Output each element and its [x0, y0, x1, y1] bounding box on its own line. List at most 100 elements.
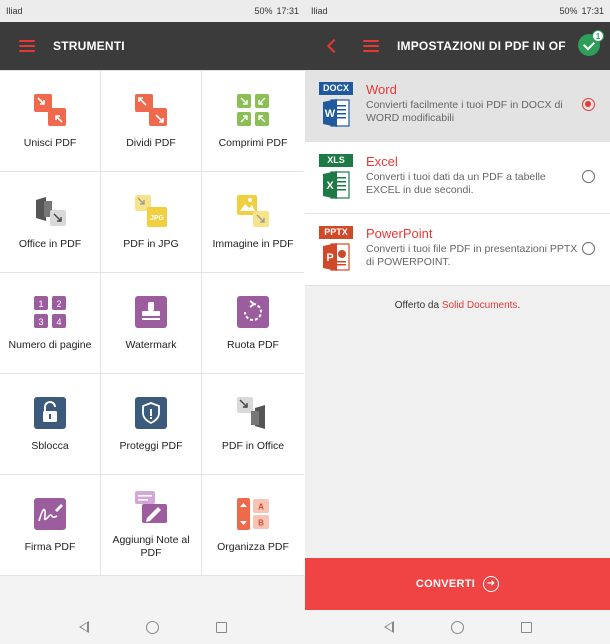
- page-numbers-icon: 1 2 3 4: [34, 295, 66, 328]
- tool-unisci-pdf[interactable]: Unisci PDF: [0, 71, 101, 172]
- protect-icon: [135, 396, 167, 429]
- tool-proteggi-pdf[interactable]: Proteggi PDF: [101, 374, 202, 475]
- tool-label: Dividi PDF: [126, 136, 176, 149]
- option-word[interactable]: DOCX W Word Convierti facilmente i tuoi …: [305, 70, 610, 142]
- word-icon: W: [323, 99, 350, 127]
- format-options: DOCX W Word Convierti facilmente i tuoi …: [305, 70, 610, 286]
- convert-button[interactable]: CONVERTI ➜: [305, 558, 610, 610]
- option-description: Converti i tuoi dati da un PDF a tabelle…: [366, 171, 546, 196]
- option-description: Convierti facilmente i tuoi PDF in DOCX …: [366, 99, 563, 124]
- svg-text:1: 1: [38, 299, 43, 309]
- tool-label: Immagine in PDF: [212, 237, 294, 250]
- page-title: IMPOSTAZIONI DI PDF IN OF: [397, 39, 566, 53]
- offered-by-brand-link[interactable]: Solid Documents: [442, 300, 518, 311]
- time-text: 17:31: [581, 6, 604, 16]
- tool-watermark[interactable]: Watermark: [101, 273, 202, 374]
- back-nav-icon[interactable]: [383, 621, 394, 633]
- svg-text:B: B: [258, 518, 264, 527]
- page-title: STRUMENTI: [53, 39, 125, 53]
- tools-grid: Unisci PDF Dividi PDF Comprimi PDF Offic…: [0, 70, 305, 576]
- tool-label: PDF in JPG: [123, 237, 179, 250]
- radio-powerpoint[interactable]: [582, 242, 595, 255]
- radio-word[interactable]: [582, 98, 595, 111]
- docx-tag: DOCX: [319, 82, 353, 95]
- tool-numero-di-pagine[interactable]: 1 2 3 4 Numero di pagine: [0, 273, 101, 374]
- add-notes-icon: [135, 491, 167, 523]
- recents-nav-icon[interactable]: [215, 621, 227, 633]
- tools-screen: Iliad 50% 17:31 STRUMENTI Unisci PDF Div…: [0, 0, 305, 644]
- option-powerpoint[interactable]: PPTX P PowerPoint Converti i tuoi file P…: [305, 214, 610, 286]
- back-arrow-icon[interactable]: [326, 38, 342, 54]
- svg-text:JPG: JPG: [150, 215, 165, 222]
- tool-label: Comprimi PDF: [218, 136, 288, 149]
- tool-label: Watermark: [125, 338, 177, 351]
- tool-immagine-in-pdf[interactable]: Immagine in PDF: [202, 172, 304, 273]
- offered-by: Offerto da Solid Documents.: [305, 300, 610, 311]
- home-nav-icon[interactable]: [450, 620, 464, 634]
- excel-icon: X: [323, 171, 350, 199]
- app-bar: IMPOSTAZIONI DI PDF IN OF: [305, 22, 610, 70]
- home-nav-icon[interactable]: [145, 620, 159, 634]
- tool-label: Numero di pagine: [8, 338, 92, 351]
- sign-icon: [34, 497, 66, 530]
- nav-bar: [0, 610, 305, 644]
- tool-dividi-pdf[interactable]: Dividi PDF: [101, 71, 202, 172]
- option-title: Word: [366, 82, 397, 97]
- tool-pdf-in-jpg[interactable]: JPG PDF in JPG: [101, 172, 202, 273]
- option-title: Excel: [366, 154, 398, 169]
- tool-office-in-pdf[interactable]: Office in PDF: [0, 172, 101, 273]
- option-title: PowerPoint: [366, 226, 433, 241]
- compress-icon: [237, 93, 269, 126]
- menu-icon[interactable]: [19, 40, 35, 52]
- svg-text:X: X: [326, 180, 334, 192]
- tool-aggiungi-note[interactable]: Aggiungi Note al PDF: [101, 475, 202, 576]
- watermark-icon: [135, 295, 167, 328]
- organize-icon: A B: [237, 497, 269, 530]
- pptx-tag: PPTX: [319, 226, 353, 239]
- tool-firma-pdf[interactable]: Firma PDF: [0, 475, 101, 576]
- carrier-text: Iliad: [6, 6, 23, 16]
- convert-label: CONVERTI: [415, 578, 476, 590]
- tool-sblocca[interactable]: Sblocca: [0, 374, 101, 475]
- nav-bar: [305, 610, 610, 644]
- powerpoint-icon: P: [323, 243, 350, 271]
- tool-label: Unisci PDF: [23, 136, 77, 149]
- unlock-icon: [34, 396, 66, 429]
- svg-text:3: 3: [38, 317, 43, 327]
- svg-text:P: P: [326, 252, 333, 264]
- back-nav-icon[interactable]: [78, 621, 89, 633]
- status-bar: Iliad 50% 17:31: [305, 0, 610, 22]
- arrow-right-icon: ➜: [483, 576, 500, 592]
- merge-icon: [34, 93, 66, 126]
- svg-text:2: 2: [56, 299, 61, 309]
- menu-icon[interactable]: [363, 40, 379, 52]
- option-description: Converti i tuoi file PDF in presentazion…: [366, 243, 578, 268]
- image-to-pdf-icon: [237, 194, 269, 227]
- tool-label: Firma PDF: [24, 540, 76, 553]
- rotate-icon: [237, 295, 269, 328]
- tool-label: Office in PDF: [18, 237, 82, 250]
- tool-ruota-pdf[interactable]: Ruota PDF: [202, 273, 304, 374]
- tool-label: PDF in Office: [221, 439, 285, 452]
- radio-excel[interactable]: [582, 170, 595, 183]
- recents-nav-icon[interactable]: [520, 621, 532, 633]
- option-excel[interactable]: XLS X Excel Converti i tuoi dati da un P…: [305, 142, 610, 214]
- pdf-to-office-icon: [237, 396, 265, 429]
- tool-label: Sblocca: [31, 439, 69, 452]
- tool-label: Aggiungi Note al PDF: [112, 534, 190, 559]
- svg-text:A: A: [258, 502, 264, 511]
- tool-organizza-pdf[interactable]: A B Organizza PDF: [202, 475, 304, 576]
- settings-screen: Iliad 50% 17:31 IMPOSTAZIONI DI PDF IN O…: [305, 0, 610, 644]
- status-bar: Iliad 50% 17:31: [0, 0, 305, 22]
- notification-badge[interactable]: 1: [578, 30, 604, 56]
- tool-pdf-in-office[interactable]: PDF in Office: [202, 374, 304, 475]
- carrier-text: Iliad: [311, 6, 328, 16]
- tool-comprimi-pdf[interactable]: Comprimi PDF: [202, 71, 304, 172]
- svg-text:W: W: [325, 108, 336, 120]
- battery-text: 50%: [254, 6, 273, 16]
- battery-text: 50%: [559, 6, 578, 16]
- app-bar: STRUMENTI: [0, 22, 305, 70]
- time-text: 17:31: [276, 6, 299, 16]
- tool-label: Proteggi PDF: [119, 439, 183, 452]
- tool-label: Organizza PDF: [217, 540, 289, 553]
